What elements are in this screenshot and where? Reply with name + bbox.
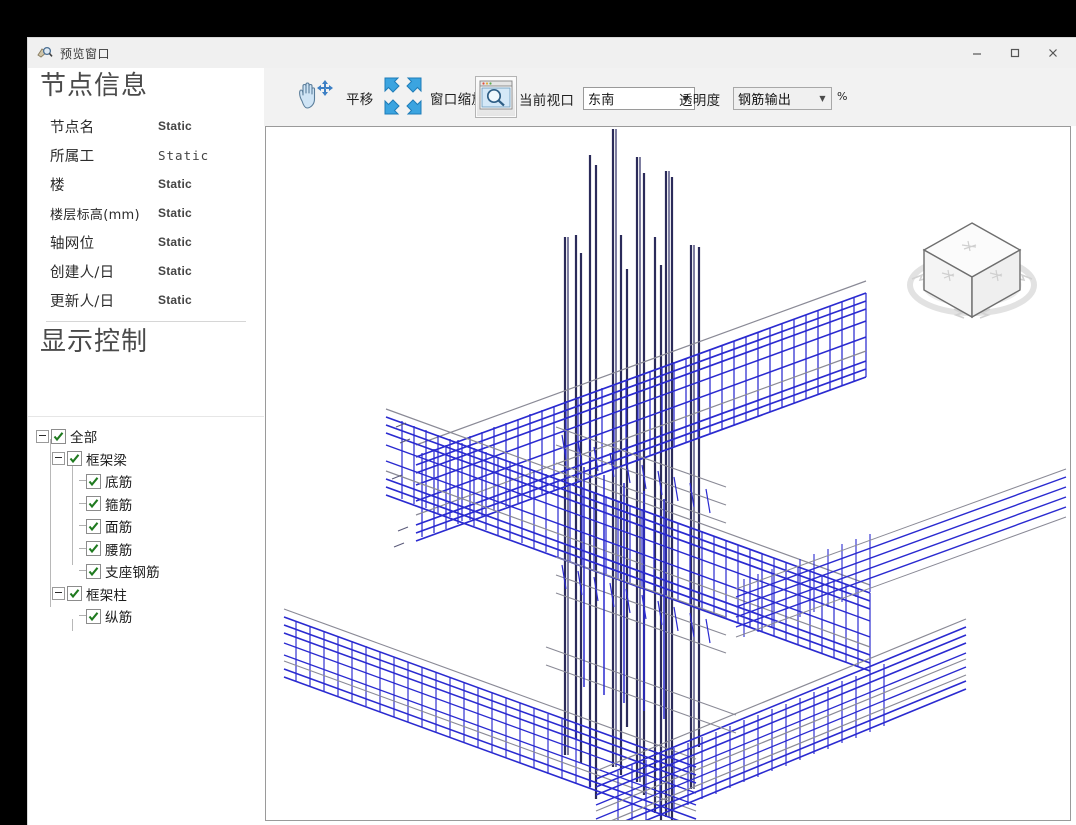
table-row: 所属工 Static [28,141,264,170]
column-longitudinal-bars [563,129,701,820]
tree-item-label: 支座钢筋 [105,565,160,582]
title-bar: 预览窗口 [28,38,1076,69]
transparency-select[interactable]: 钢筋输出 ▼ [733,87,832,110]
beam-lower-left [283,608,697,820]
info-panel-title: 节点信息 [40,71,149,101]
node-info-table: 节点名 Static 所属工 Static 楼 Static 楼层标高(mm) … [28,108,264,315]
viewport-select-value: 东南 [588,93,615,108]
window-controls [958,38,1072,68]
tree-item-bottom-bar[interactable]: 底筋 [36,470,264,493]
display-panel-title: 显示控制 [40,326,149,357]
beam-lower-right [595,618,967,820]
left-sidebar: 节点信息 节点名 Static 所属工 Static 楼 Static 楼层标高… [28,68,264,825]
tree-item-waist-bar[interactable]: 腰筋 [36,538,264,561]
info-value: Static [158,119,192,134]
tree-elbow-icon [74,560,86,583]
checkbox-checked-icon[interactable] [67,451,82,467]
percent-label: % [837,90,848,103]
tree-item-label: 框架柱 [86,587,128,604]
maximize-button[interactable] [996,39,1034,67]
tree-item-frame-column[interactable]: 框架柱 [36,583,264,606]
preview-window: 预览窗口 节点信息 节点名 Static 所属工 Static 楼 Static… [28,38,1076,825]
table-row: 楼层标高(mm) Static [28,199,264,228]
tree-item-label: 全部 [70,430,98,447]
info-label: 更新人/日 [50,293,115,310]
checkbox-checked-icon[interactable] [86,541,101,557]
minimize-button[interactable] [958,39,996,67]
hand-pan-icon[interactable] [294,77,336,117]
checkbox-checked-icon[interactable] [86,563,101,579]
info-label: 所属工 [50,148,95,165]
info-label: 楼层标高(mm) [50,207,140,223]
info-label: 楼 [50,177,65,194]
collapse-minus-icon[interactable] [52,452,65,466]
info-value: Static [158,206,192,221]
checkbox-checked-icon[interactable] [86,608,101,624]
info-value: Static [158,293,192,308]
display-control-tree: 全部 框架梁 底筋 箍筋 面筋 腰筋 支座钢筋 框架柱 纵筋 [28,416,264,825]
tree-item-label: 框架梁 [86,452,128,469]
pan-label: 平移 [346,92,374,108]
checkbox-checked-icon[interactable] [86,496,101,512]
view-cube[interactable] [902,205,1042,339]
transparency-label: 透明度 [679,93,721,109]
checkbox-checked-icon[interactable] [86,473,101,489]
checkbox-checked-icon[interactable] [67,586,82,602]
tree-elbow-icon [74,605,86,628]
tree-elbow-icon [74,470,86,493]
zoom-extents-icon[interactable] [382,75,424,121]
table-row: 楼 Static [28,170,264,199]
info-value: Static [158,147,210,163]
tree-item-label: 箍筋 [105,497,133,514]
table-row: 更新人/日 Static [28,286,264,315]
info-value: Static [158,177,192,192]
chevron-down-icon[interactable]: ▼ [814,88,831,109]
table-row: 创建人/日 Static [28,257,264,286]
tree-item-top-bar[interactable]: 面筋 [36,515,264,538]
tree-item-all[interactable]: 全部 [36,425,264,448]
model-viewport[interactable] [265,126,1071,821]
tree-item-support-bar[interactable]: 支座钢筋 [36,560,264,583]
info-value: Static [158,264,192,279]
collapse-minus-icon[interactable] [36,429,49,443]
window-zoom-icon [479,80,513,114]
tree-elbow-icon [74,515,86,538]
collapse-minus-icon[interactable] [52,587,65,601]
beam-right-mesh [735,468,1067,638]
tree-item-label: 面筋 [105,520,133,537]
transparency-select-value: 钢筋输出 [738,93,792,108]
close-button[interactable] [1034,39,1072,67]
info-label: 创建人/日 [50,264,115,281]
checkbox-checked-icon[interactable] [86,518,101,534]
preview-magnifier-icon [36,44,54,62]
tree-item-label: 腰筋 [105,542,133,559]
tree-item-label: 底筋 [105,475,133,492]
checkbox-checked-icon[interactable] [51,428,66,444]
tree-item-label: 纵筋 [105,610,133,627]
tree-item-stirrup[interactable]: 箍筋 [36,493,264,516]
table-row: 节点名 Static [28,112,264,141]
column-longitudinal-bars-thin [567,129,695,817]
info-label: 轴网位 [50,235,95,252]
tree-elbow-icon [74,538,86,561]
viewport-label: 当前视口 [519,93,575,109]
window-zoom-button[interactable] [475,76,517,118]
table-row: 轴网位 Static [28,228,264,257]
info-value: Static [158,235,192,250]
tree-elbow-icon [74,493,86,516]
window-title: 预览窗口 [60,47,111,61]
info-label: 节点名 [50,119,95,136]
tree-item-frame-beam[interactable]: 框架梁 [36,448,264,471]
viewer-toolbar: 平移 窗口缩放 当前视口 东南 ▼ 透明度 钢筋输出 ▼ % [264,68,1076,126]
tree-item-longitudinal-bar[interactable]: 纵筋 [36,605,264,628]
